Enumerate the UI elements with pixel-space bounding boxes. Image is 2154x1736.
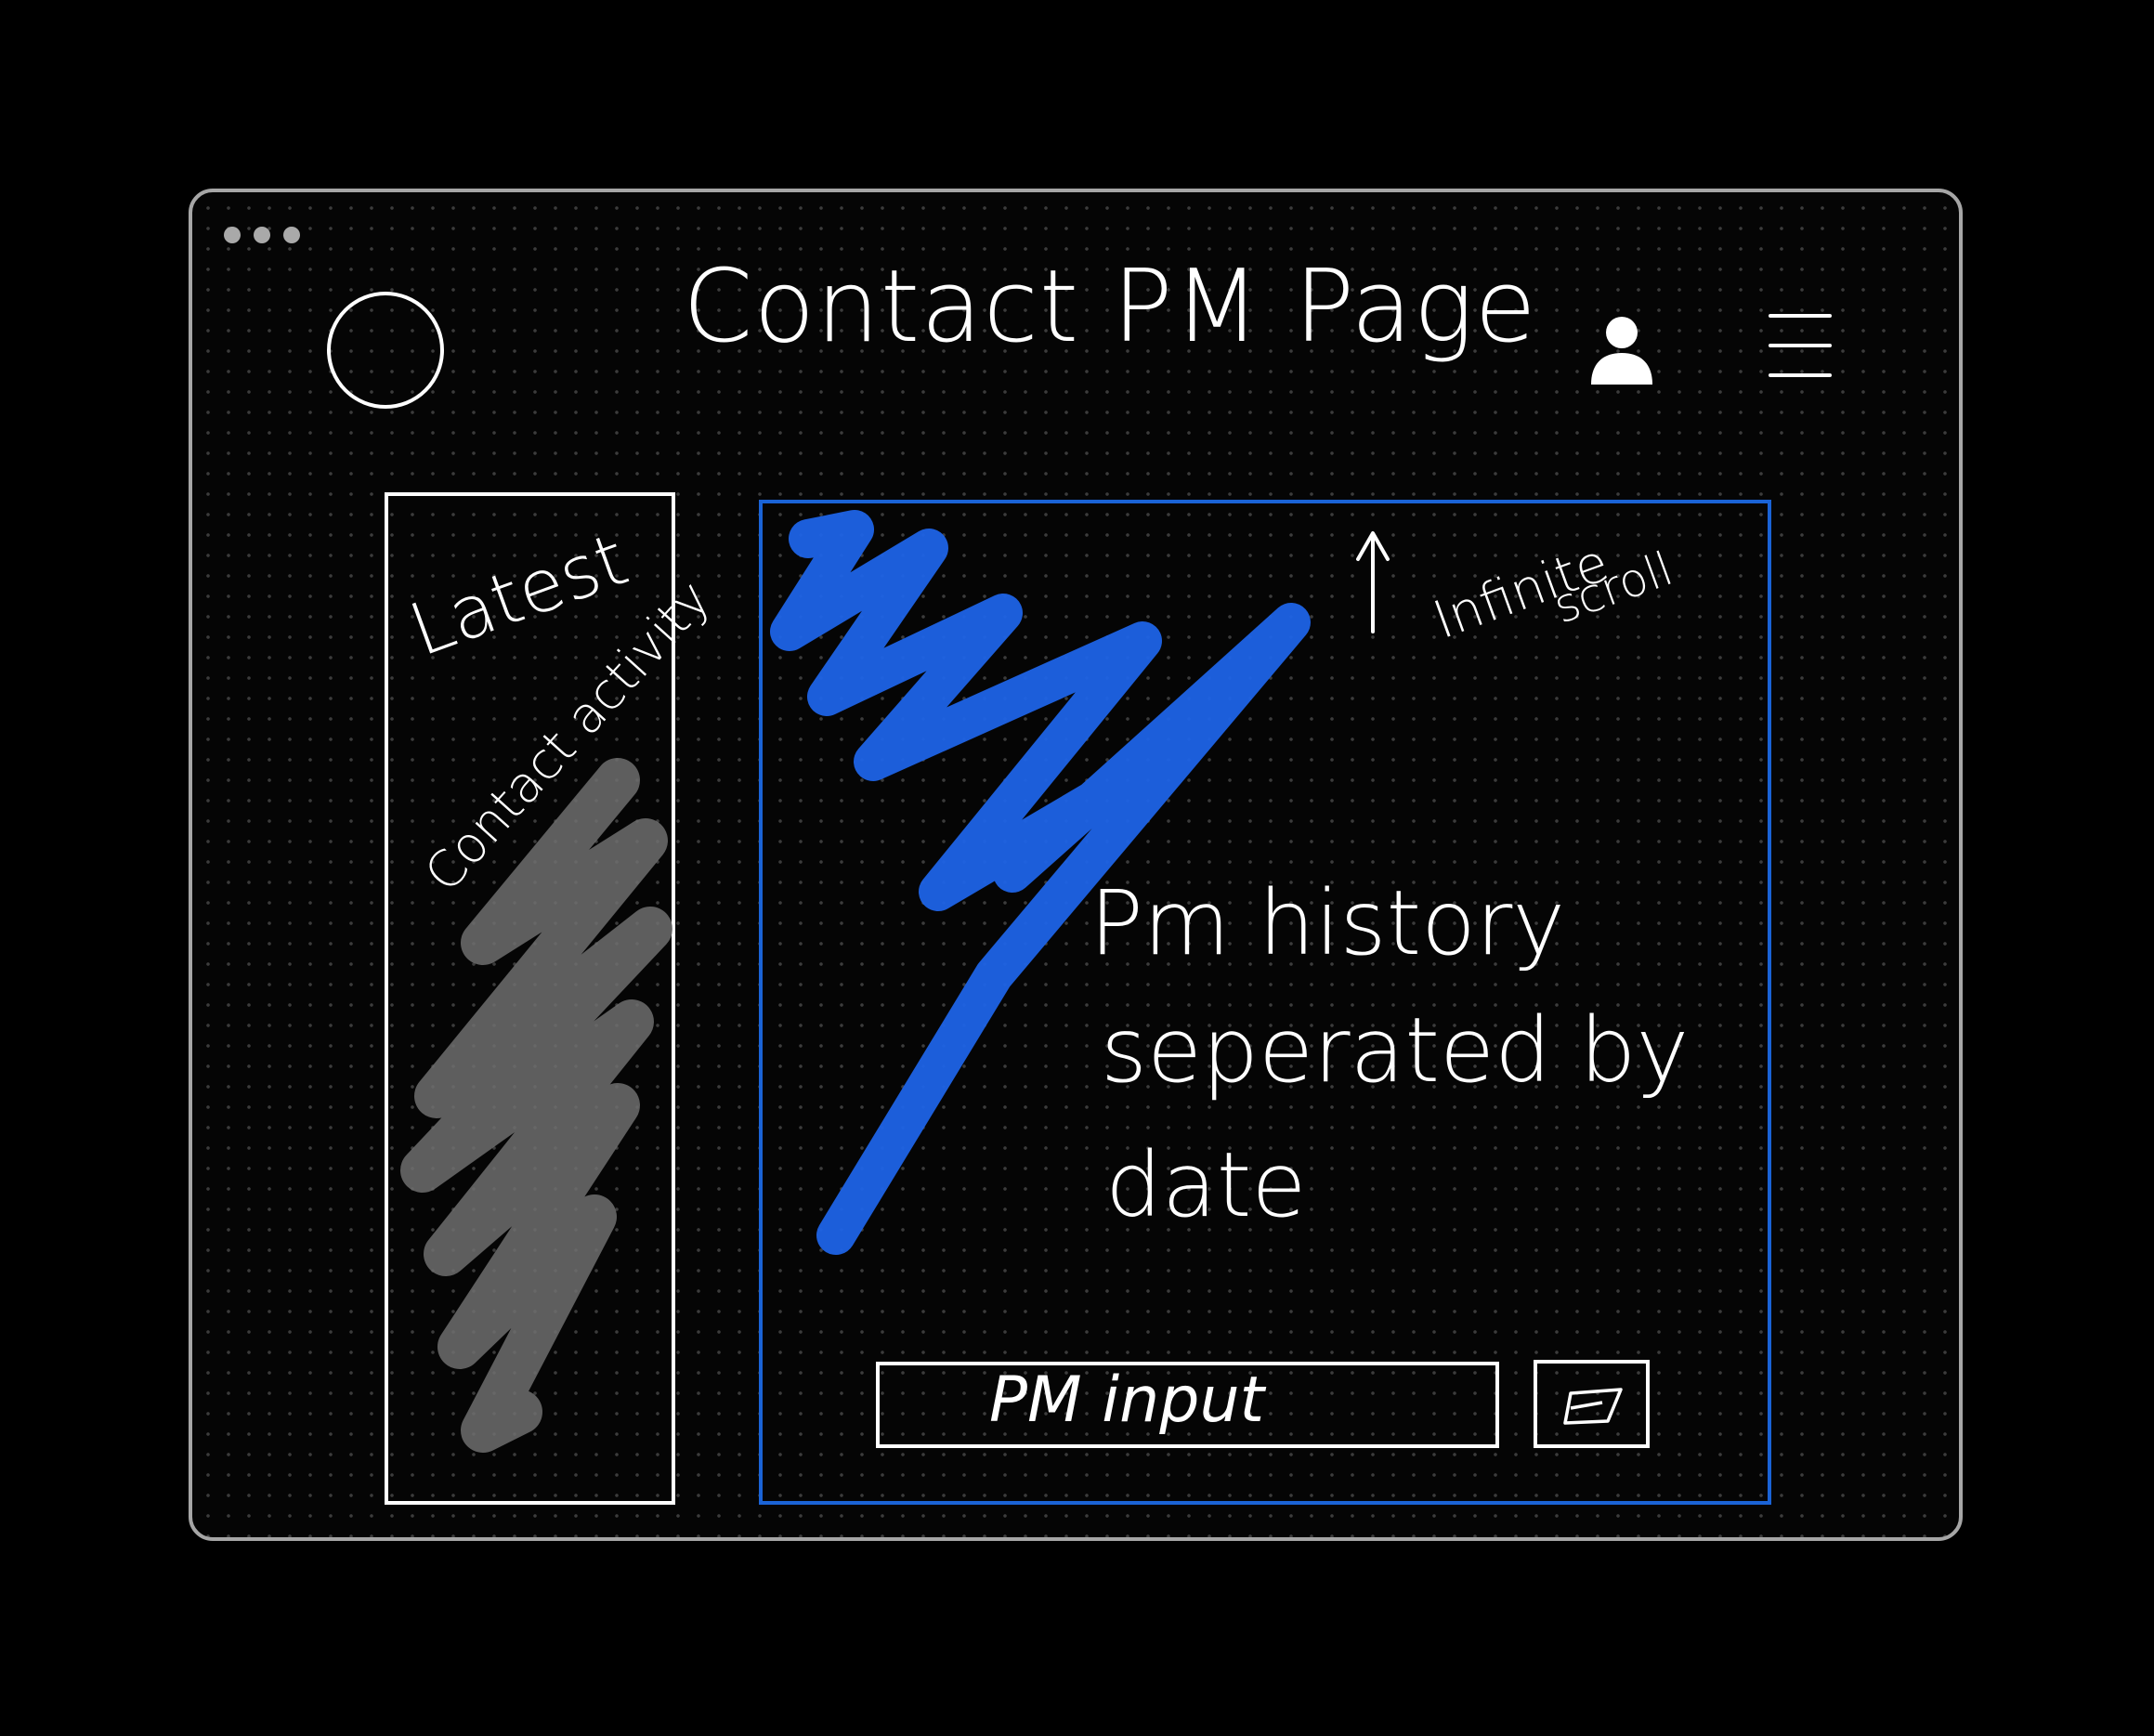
arrow-up-icon [1356,531,1390,633]
window-dot-2[interactable] [254,227,270,243]
send-button[interactable] [1534,1360,1650,1448]
page-title: Contact PM Page [683,249,1537,365]
hamburger-menu-icon[interactable] [1769,312,1834,379]
history-label-line-3: date [1105,1133,1307,1237]
window-dot-1[interactable] [224,227,241,243]
circle-logo-icon[interactable] [327,292,444,409]
history-label-line-1: Pm history [1090,871,1566,975]
send-icon [1563,1388,1623,1425]
history-label-line-2: seperated by [1101,999,1690,1103]
pm-input-label: PM input [989,1364,1265,1437]
user-icon[interactable] [1589,314,1654,386]
window-dot-3[interactable] [283,227,300,243]
